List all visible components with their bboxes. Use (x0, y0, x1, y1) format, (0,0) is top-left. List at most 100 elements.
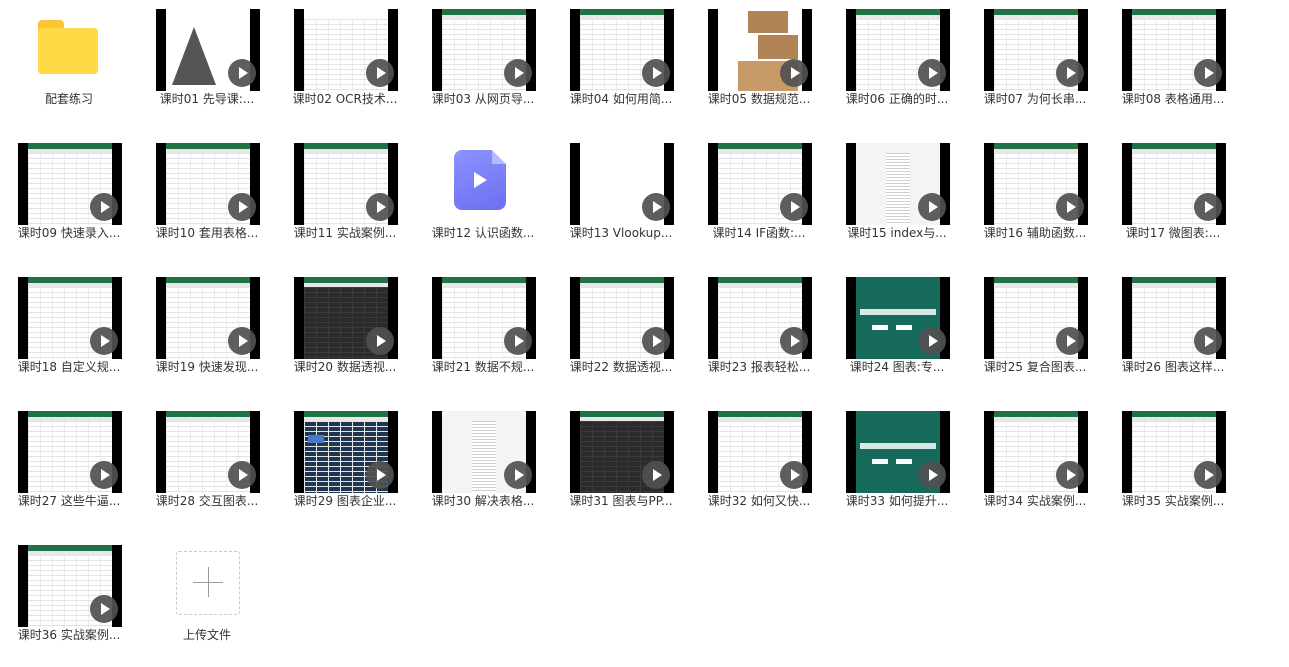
play-button[interactable] (642, 193, 670, 221)
video-item[interactable]: 课时27 这些牛逼... (0, 402, 138, 532)
play-button[interactable] (780, 461, 808, 489)
video-item[interactable]: 课时17 微图表:... (1104, 134, 1242, 264)
play-button[interactable] (366, 327, 394, 355)
play-button[interactable] (1194, 59, 1222, 87)
play-button[interactable] (504, 461, 532, 489)
play-button[interactable] (780, 59, 808, 87)
play-button[interactable] (642, 327, 670, 355)
video-item[interactable]: 课时36 实战案例... (0, 536, 138, 666)
video-thumbnail (18, 143, 122, 225)
video-item[interactable]: 课时02 OCR技术... (276, 0, 414, 130)
video-item[interactable]: 课时25 复合图表... (966, 268, 1104, 398)
play-button[interactable] (918, 461, 946, 489)
play-button[interactable] (228, 193, 256, 221)
play-button[interactable] (1194, 327, 1222, 355)
video-file-icon (454, 150, 506, 210)
video-item[interactable]: 课时28 交互图表... (138, 402, 276, 532)
video-item[interactable]: 课时08 表格通用... (1104, 0, 1242, 130)
folder-item[interactable]: 配套练习 (0, 0, 138, 130)
file-name-label: 课时18 自定义规... (17, 360, 121, 374)
play-button[interactable] (90, 461, 118, 489)
play-button[interactable] (1194, 461, 1222, 489)
spreadsheet-grid (472, 421, 496, 493)
play-button[interactable] (228, 59, 256, 87)
play-button[interactable] (780, 327, 808, 355)
video-item[interactable]: 课时31 图表与PP... (552, 402, 690, 532)
play-button[interactable] (504, 327, 532, 355)
video-item[interactable]: 课时13 Vlookup... (552, 134, 690, 264)
file-name-label: 课时34 实战案例... (983, 494, 1087, 508)
play-button[interactable] (504, 59, 532, 87)
video-item[interactable]: 课时22 数据透视... (552, 268, 690, 398)
file-name-label: 课时07 为何长串... (983, 92, 1087, 106)
play-button[interactable] (1056, 327, 1084, 355)
play-button[interactable] (366, 461, 394, 489)
video-item[interactable]: 课时19 快速发现... (138, 268, 276, 398)
video-item[interactable]: 课时21 数据不规... (414, 268, 552, 398)
upload-item[interactable]: 上传文件 (138, 536, 276, 666)
play-button[interactable] (90, 595, 118, 623)
video-item[interactable]: 课时23 报表轻松... (690, 268, 828, 398)
video-thumbnail (432, 277, 536, 359)
video-item[interactable]: 课时15 index与... (828, 134, 966, 264)
video-thumbnail (156, 411, 260, 493)
video-item[interactable]: 课时01 先导课:... (138, 0, 276, 130)
video-item[interactable]: 课时24 图表:专... (828, 268, 966, 398)
play-button[interactable] (780, 193, 808, 221)
video-thumbnail (1122, 277, 1226, 359)
video-item[interactable]: 课时29 图表企业... (276, 402, 414, 532)
file-name-label: 课时25 复合图表... (983, 360, 1087, 374)
file-name-label: 课时03 从网页导... (431, 92, 535, 106)
slide-button (872, 325, 888, 330)
video-item[interactable]: 课时10 套用表格... (138, 134, 276, 264)
video-thumbnail (846, 143, 950, 225)
video-item[interactable]: 课时03 从网页导... (414, 0, 552, 130)
video-item[interactable]: 课时35 实战案例... (1104, 402, 1242, 532)
file-name-label: 课时23 报表轻松... (707, 360, 811, 374)
pyramid-graphic (172, 27, 216, 85)
file-name-label: 课时21 数据不规... (431, 360, 535, 374)
video-item[interactable]: 课时32 如何又快... (690, 402, 828, 532)
video-item[interactable]: 课时30 解决表格... (414, 402, 552, 532)
play-button[interactable] (90, 327, 118, 355)
play-button[interactable] (366, 193, 394, 221)
play-button[interactable] (1194, 193, 1222, 221)
play-button[interactable] (1056, 59, 1084, 87)
play-button[interactable] (642, 59, 670, 87)
video-item[interactable]: 课时06 正确的时... (828, 0, 966, 130)
play-button[interactable] (918, 327, 946, 355)
file-name-label: 课时30 解决表格... (431, 494, 535, 508)
file-name-label: 课时13 Vlookup... (569, 226, 673, 240)
video-item[interactable]: 课时09 快速录入... (0, 134, 138, 264)
play-button[interactable] (90, 193, 118, 221)
video-item[interactable]: 课时18 自定义规... (0, 268, 138, 398)
video-item[interactable]: 课时33 如何提升... (828, 402, 966, 532)
play-button[interactable] (918, 193, 946, 221)
play-icon (474, 172, 487, 188)
file-name-label: 课时26 图表这样... (1121, 360, 1225, 374)
video-item[interactable]: 课时07 为何长串... (966, 0, 1104, 130)
video-item[interactable]: 课时14 IF函数:... (690, 134, 828, 264)
folder-body (38, 28, 98, 74)
slide-button (872, 459, 888, 464)
video-item[interactable]: 课时20 数据透视... (276, 268, 414, 398)
file-name-label: 课时19 快速发现... (155, 360, 259, 374)
video-item[interactable]: 课时11 实战案例... (276, 134, 414, 264)
video-item[interactable]: 课时05 数据规范... (690, 0, 828, 130)
play-button[interactable] (1056, 461, 1084, 489)
video-thumbnail (1122, 411, 1226, 493)
play-button[interactable] (642, 461, 670, 489)
play-button[interactable] (228, 461, 256, 489)
video-item[interactable]: 课时12 认识函数... (414, 134, 552, 264)
video-thumbnail (432, 9, 536, 91)
play-button[interactable] (366, 59, 394, 87)
video-item[interactable]: 课时16 辅助函数... (966, 134, 1104, 264)
video-item[interactable]: 课时04 如何用简... (552, 0, 690, 130)
upload-button[interactable] (176, 551, 240, 615)
play-button[interactable] (1056, 193, 1084, 221)
play-button[interactable] (228, 327, 256, 355)
video-item[interactable]: 课时34 实战案例... (966, 402, 1104, 532)
play-button[interactable] (918, 59, 946, 87)
file-name-label: 课时17 微图表:... (1125, 226, 1221, 240)
video-item[interactable]: 课时26 图表这样... (1104, 268, 1242, 398)
